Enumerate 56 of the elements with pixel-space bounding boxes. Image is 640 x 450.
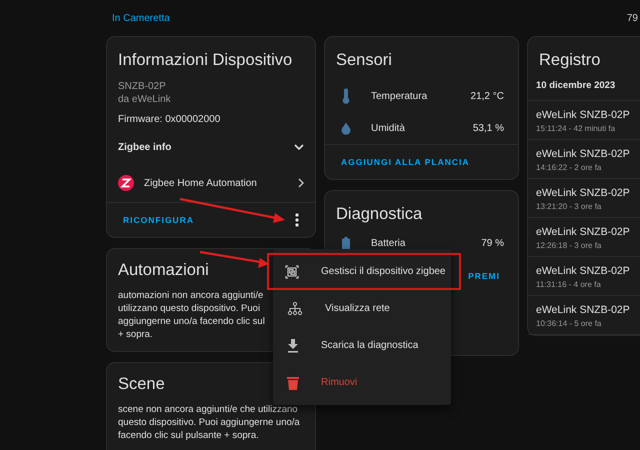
- device-manufacturer: da eWeLink: [118, 93, 172, 106]
- card-title: Sensori: [335, 50, 393, 71]
- more-options-icon[interactable]: [295, 213, 299, 227]
- zigbee-info-label[interactable]: Zigbee info: [118, 141, 172, 154]
- logbook-entry-title[interactable]: eWeLink SNZB-02P: [536, 148, 640, 160]
- trash-icon: [287, 376, 299, 390]
- network-tree-icon: [287, 302, 303, 316]
- card-title: Automazioni: [118, 261, 209, 280]
- menu-item[interactable]: Scarica la diagnostica: [273, 327, 451, 364]
- empty-state-text: utilizzano questo dispositivo. Puoi: [118, 302, 260, 315]
- logbook-entry-title[interactable]: eWeLink SNZB-02P: [536, 304, 640, 316]
- download-icon: [287, 338, 299, 352]
- empty-state-text: questo dispositivo. Puoi aggiungerne uno/a: [118, 416, 300, 429]
- logbook-entry-title[interactable]: eWeLink SNZB-02P: [536, 265, 640, 277]
- menu-item[interactable]: Gestisci il dispositivo zigbee: [267, 253, 461, 290]
- logbook-entry-time: 15:11:24 - 42 minuti fa: [536, 124, 616, 133]
- empty-state-text: + sopra.: [118, 328, 153, 341]
- card-title: Informazioni Dispositivo: [117, 50, 294, 71]
- add-to-dashboard-button[interactable]: AGGIUNGI ALLA PLANCIA: [331, 153, 480, 171]
- empty-state-text: aggiungerne uno/a facendo clic sul: [118, 315, 265, 328]
- card-title: Registro: [538, 50, 602, 71]
- device-model: SNZB-02P: [118, 80, 167, 93]
- logbook-entry-title[interactable]: eWeLink SNZB-02P: [536, 226, 640, 238]
- empty-state-text: scene non ancora aggiunti/e che utilizzano: [118, 403, 298, 416]
- menu-item[interactable]: Visualizza rete: [273, 290, 451, 327]
- menu-item[interactable]: Rimuovi: [273, 364, 451, 401]
- sensor-name[interactable]: Batteria: [371, 238, 482, 248]
- integration-name[interactable]: Zigbee Home Automation: [144, 178, 288, 188]
- logbook-entry-title[interactable]: eWeLink SNZB-02P: [536, 109, 640, 121]
- logbook-entry-time: 11:31:16 - 4 ore fa: [536, 280, 602, 289]
- zigbee-logo-icon: [118, 175, 134, 191]
- logbook-entry-time: 10:36:14 - 5 ore fa: [536, 319, 602, 328]
- press-button[interactable]: PREMI: [458, 267, 510, 285]
- logbook-entry-time: 12:26:18 - 3 ore fa: [536, 241, 602, 250]
- logbook-date: 10 dicembre 2023: [528, 80, 640, 101]
- card-title: Diagnostica: [335, 204, 424, 225]
- chevron-icon[interactable]: [294, 144, 304, 151]
- logbook-entry-title[interactable]: eWeLink SNZB-02P: [536, 187, 640, 199]
- breadcrumb-link[interactable]: In Cameretta: [112, 12, 170, 24]
- reconfigure-button[interactable]: RICONFIGURA: [113, 211, 204, 229]
- empty-state-text: facendo clic sul pulsante + sopra.: [118, 429, 259, 442]
- water-drop-icon: [339, 122, 353, 134]
- sensor-value: 53,1 %: [472, 122, 504, 134]
- sensor-name[interactable]: Umidità: [371, 122, 473, 134]
- empty-state-text: automazioni non ancora aggiunti/e: [118, 289, 264, 302]
- battery-reading: 79: [626, 12, 638, 24]
- logbook-entry-time: 14:16:22 - 2 ore fa: [536, 163, 602, 172]
- sensor-name[interactable]: Temperatura: [371, 90, 471, 102]
- sensor-value: 79 %: [481, 238, 504, 248]
- sensor-value: 21,2 °C: [470, 90, 504, 102]
- logbook-entry-time: 13:21:20 - 3 ore fa: [536, 202, 602, 211]
- battery-icon: [339, 236, 353, 250]
- chevron-right-icon[interactable]: [298, 178, 304, 188]
- zigbee-device-icon: [285, 264, 299, 278]
- firmware-text: Firmware: 0x00002000: [118, 113, 222, 126]
- card-title: Scene: [118, 375, 165, 394]
